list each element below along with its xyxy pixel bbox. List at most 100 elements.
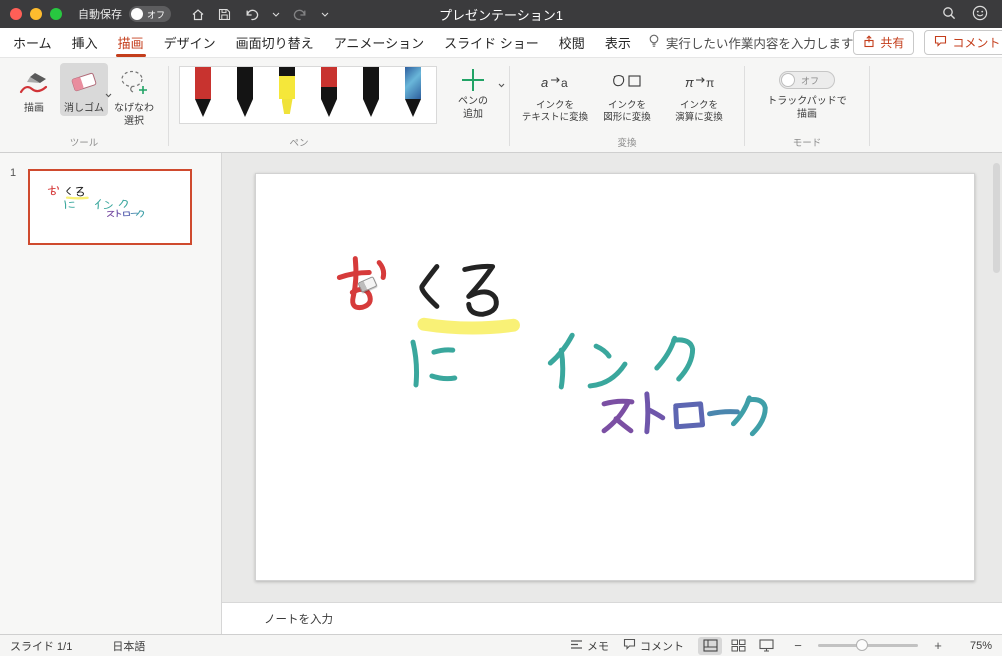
close-window-button[interactable] [10, 8, 22, 20]
ink-to-math-button[interactable]: ππ インクを 演算に変換 [664, 63, 734, 125]
autosave-toggle[interactable]: オフ [129, 6, 171, 22]
undo-icon[interactable] [244, 8, 259, 21]
svg-text:a: a [541, 75, 548, 90]
pen-black-2[interactable] [361, 67, 381, 121]
zoom-window-button[interactable] [50, 8, 62, 20]
share-button[interactable]: 共有 [853, 30, 915, 55]
account-icon[interactable] [972, 5, 988, 24]
chevron-down-icon[interactable] [498, 77, 505, 91]
ribbon-tab-bar: ホーム 挿入 描画 デザイン 画面切り替え アニメーション スライド ショー 校… [0, 28, 1002, 58]
comments-label: コメント [952, 36, 1001, 50]
slide-number: 1 [10, 167, 17, 179]
mode-group: オフ トラックパッドで 描画 モード [745, 58, 869, 152]
tab-view[interactable]: 表示 [604, 28, 632, 57]
tools-group-label: ツール [69, 138, 99, 149]
comments-status-button[interactable]: コメント [623, 638, 684, 654]
group-divider [869, 66, 870, 146]
tab-draw[interactable]: 描画 [115, 28, 146, 57]
ink-to-shape-button[interactable]: インクを 図形に変換 [592, 63, 662, 125]
notes-pane[interactable]: ノートを入力 [222, 602, 1002, 634]
pen-body [279, 67, 295, 99]
svg-text:π: π [685, 75, 694, 90]
autosave-state: オフ [147, 9, 166, 20]
pen-tip [195, 99, 211, 117]
chevron-down-icon[interactable] [272, 12, 280, 17]
draw-tool-button[interactable]: 描画 [10, 63, 58, 116]
trackpad-label: トラックパッドで [767, 96, 847, 107]
notes-placeholder: ノートを入力 [264, 613, 333, 626]
highlighter-yellow[interactable] [277, 67, 297, 121]
thumbnail-ink-preview [46, 184, 146, 219]
zoom-in-button[interactable]: + [932, 638, 944, 653]
comments-button[interactable]: コメント [924, 30, 1002, 55]
zoom-slider-thumb[interactable] [856, 639, 868, 651]
svg-text:π: π [706, 76, 714, 90]
search-icon[interactable] [942, 6, 956, 23]
trackpad-mode-control: オフ トラックパッドで 描画 [755, 63, 859, 121]
minimize-window-button[interactable] [30, 8, 42, 20]
pen-body [363, 67, 379, 99]
trackpad-toggle-state: オフ [801, 75, 820, 86]
trackpad-toggle[interactable]: オフ [779, 71, 835, 89]
tell-me-box[interactable]: 実行したい作業内容を入力します [648, 33, 853, 52]
autosave-control: 自動保存 オフ [78, 6, 171, 22]
slide-thumbnail[interactable] [28, 169, 192, 245]
slideshow-view-button[interactable] [754, 637, 778, 655]
quick-access-toolbar [191, 8, 329, 21]
tab-slideshow[interactable]: スライド ショー [443, 28, 540, 57]
tab-home[interactable]: ホーム [12, 28, 53, 57]
pen-galaxy[interactable] [403, 67, 423, 121]
save-icon[interactable] [218, 8, 231, 21]
pens-group: ペンの 追加 ペン [169, 58, 509, 152]
lightbulb-icon [648, 34, 660, 52]
pen-body [237, 67, 253, 99]
titlebar: 自動保存 オフ プレゼンテーション1 [0, 0, 1002, 28]
ink-to-math-icon: ππ [683, 67, 715, 97]
convert-group: aa インクを テキストに変換 インクを 図形に変換 ππ インクを 演算に変換 [510, 58, 744, 152]
slide-canvas-area[interactable] [222, 153, 1002, 602]
zoom-percentage[interactable]: 75% [958, 640, 992, 652]
language-indicator[interactable]: 日本語 [112, 638, 145, 654]
vertical-scrollbar[interactable] [993, 163, 1000, 273]
trackpad-label-2: 描画 [797, 109, 817, 120]
add-pen-label-2: 追加 [463, 108, 483, 120]
add-pen-button[interactable]: ペンの 追加 [447, 63, 505, 121]
share-icon [863, 34, 875, 51]
slide-thumbnail-panel: 1 [0, 153, 222, 634]
tab-transitions[interactable]: 画面切り替え [235, 28, 315, 57]
tab-design[interactable]: デザイン [163, 28, 217, 57]
home-icon[interactable] [191, 8, 205, 21]
chevron-down-icon[interactable] [321, 12, 329, 17]
slide-editing-surface[interactable] [255, 173, 975, 581]
pen-red[interactable] [193, 67, 213, 121]
pencil-red[interactable] [319, 67, 339, 121]
pen-tip [321, 99, 337, 117]
memo-button[interactable]: メモ [570, 638, 609, 654]
comment-icon [623, 638, 636, 653]
pen-gallery [179, 66, 437, 124]
slide-sorter-view-button[interactable] [726, 637, 750, 655]
add-pen-label: ペンの [458, 96, 488, 107]
zoom-slider[interactable] [818, 639, 918, 651]
memo-icon [570, 639, 583, 653]
zoom-out-button[interactable]: − [792, 638, 804, 653]
ribbon-tabs: ホーム 挿入 描画 デザイン 画面切り替え アニメーション スライド ショー 校… [12, 28, 632, 57]
tab-review[interactable]: 校閲 [558, 28, 586, 57]
pen-black[interactable] [235, 67, 255, 121]
convert-group-label: 変換 [617, 138, 637, 149]
ink-to-text-button[interactable]: aa インクを テキストに変換 [520, 63, 590, 125]
ink-to-text-icon: aa [539, 67, 571, 97]
redo-icon[interactable] [293, 8, 308, 21]
normal-view-button[interactable] [698, 636, 722, 655]
draw-pen-icon [17, 66, 51, 100]
eraser-tool-button[interactable]: 消しゴム [60, 63, 112, 116]
ink-to-shape-icon [611, 67, 643, 97]
mode-group-label: モード [792, 138, 822, 149]
ink-layer [256, 174, 974, 580]
pen-body [195, 67, 211, 99]
tab-animations[interactable]: アニメーション [333, 28, 425, 57]
ribbon-draw-tab-content: 描画 消しゴム なげなわ選択 ツール ペンの 追加 ペン a a インクを テキ… [0, 58, 1002, 153]
lasso-select-button[interactable]: なげなわ選択 [110, 63, 158, 128]
tab-insert[interactable]: 挿入 [71, 28, 99, 57]
pen-tip [281, 99, 293, 114]
